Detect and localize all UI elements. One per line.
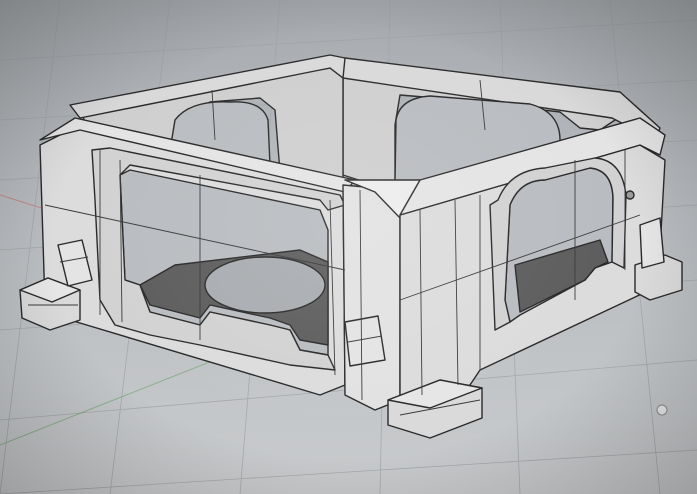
light-bulb-icon[interactable]	[656, 404, 668, 416]
3d-viewport[interactable]	[0, 0, 697, 494]
y-axis-line	[0, 349, 241, 446]
viewport-canvas[interactable]	[0, 0, 697, 494]
bolt-detail[interactable]	[625, 190, 635, 200]
building-model[interactable]	[19, 54, 683, 439]
floor-opening-front[interactable]	[204, 256, 326, 314]
front-corner-column[interactable]	[342, 184, 401, 411]
right-buttress[interactable]	[639, 217, 665, 269]
front-buttress[interactable]	[344, 315, 386, 367]
